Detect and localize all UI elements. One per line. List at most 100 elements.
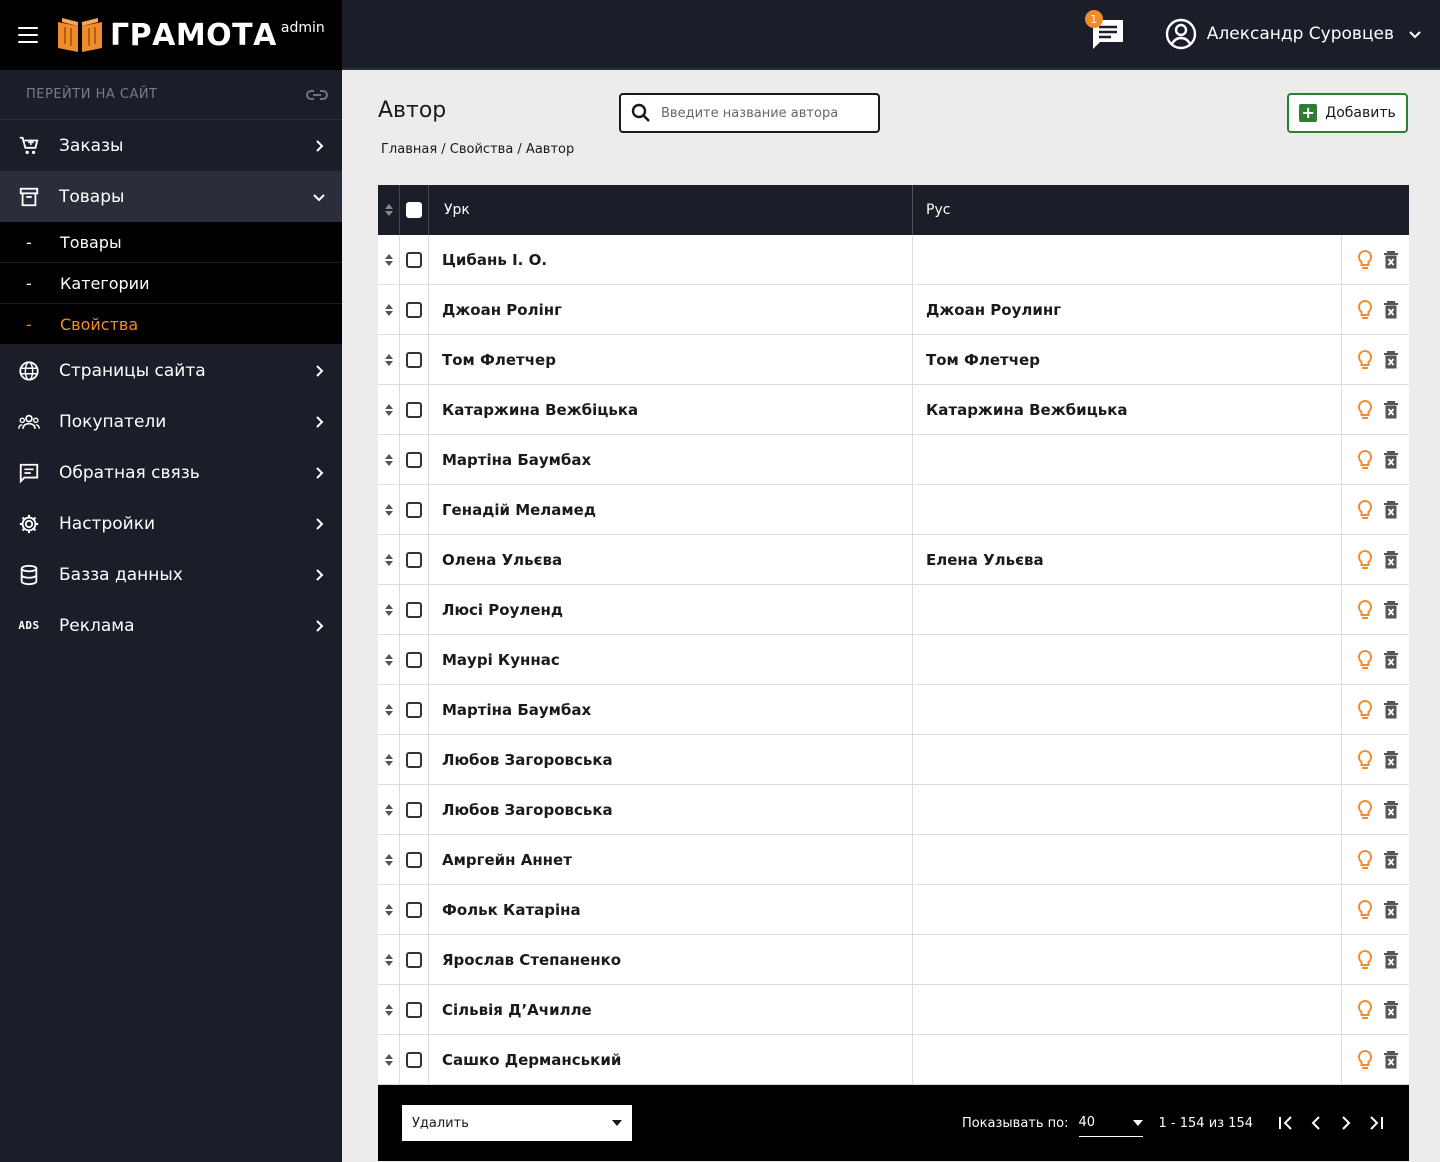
nav-database[interactable]: Базза данных <box>0 549 342 600</box>
drag-handle[interactable] <box>378 435 400 484</box>
drag-handle[interactable] <box>378 535 400 584</box>
row-checkbox[interactable] <box>406 1051 422 1068</box>
delete-icon[interactable] <box>1383 350 1399 370</box>
nav-feedback[interactable]: Обратная связь <box>0 447 342 498</box>
lightbulb-icon[interactable] <box>1357 399 1373 421</box>
logo-bar: ГРАМОТА admin <box>0 0 342 70</box>
drag-handle[interactable] <box>378 785 400 834</box>
lightbulb-icon[interactable] <box>1357 499 1373 521</box>
delete-icon[interactable] <box>1383 500 1399 520</box>
lightbulb-icon[interactable] <box>1357 449 1373 471</box>
delete-icon[interactable] <box>1383 300 1399 320</box>
nav-settings[interactable]: Настройки <box>0 498 342 549</box>
delete-icon[interactable] <box>1383 700 1399 720</box>
lightbulb-icon[interactable] <box>1357 849 1373 871</box>
delete-icon[interactable] <box>1383 800 1399 820</box>
row-checkbox[interactable] <box>406 401 422 418</box>
row-checkbox[interactable] <box>406 851 422 868</box>
search-input[interactable] <box>661 105 861 121</box>
sub-item-properties[interactable]: - Свойства <box>0 304 342 345</box>
drag-handle[interactable] <box>378 835 400 884</box>
delete-icon[interactable] <box>1383 850 1399 870</box>
select-all-checkbox[interactable] <box>406 202 422 218</box>
lightbulb-icon[interactable] <box>1357 649 1373 671</box>
messages-button[interactable]: 1 <box>1084 10 1127 50</box>
chevron-right-icon <box>316 517 324 530</box>
lightbulb-icon[interactable] <box>1357 949 1373 971</box>
lightbulb-icon[interactable] <box>1357 699 1373 721</box>
delete-icon[interactable] <box>1383 950 1399 970</box>
drag-handle[interactable] <box>378 985 400 1034</box>
row-checkbox[interactable] <box>406 351 422 368</box>
delete-icon[interactable] <box>1383 650 1399 670</box>
delete-icon[interactable] <box>1383 600 1399 620</box>
drag-handle[interactable] <box>378 935 400 984</box>
row-checkbox[interactable] <box>406 701 422 718</box>
last-page-icon[interactable] <box>1367 1114 1385 1132</box>
row-checkbox[interactable] <box>406 1001 422 1018</box>
next-page-icon[interactable] <box>1337 1114 1355 1132</box>
goto-site-link[interactable]: ПЕРЕЙТИ НА САЙТ <box>0 70 342 120</box>
lightbulb-icon[interactable] <box>1357 299 1373 321</box>
delete-icon[interactable] <box>1383 400 1399 420</box>
lightbulb-icon[interactable] <box>1357 799 1373 821</box>
delete-icon[interactable] <box>1383 900 1399 920</box>
lightbulb-icon[interactable] <box>1357 549 1373 571</box>
table-row: Олена Ульєва Елена Ульєва <box>378 535 1409 585</box>
sub-item-products[interactable]: - Товары <box>0 222 342 263</box>
per-page-select[interactable]: 40 <box>1078 1109 1143 1137</box>
nav-orders[interactable]: Заказы <box>0 120 342 171</box>
lightbulb-icon[interactable] <box>1357 349 1373 371</box>
add-button[interactable]: + Добавить <box>1287 93 1408 133</box>
row-checkbox[interactable] <box>406 551 422 568</box>
drag-handle[interactable] <box>378 485 400 534</box>
menu-icon[interactable] <box>18 27 38 43</box>
drag-handle[interactable] <box>378 385 400 434</box>
sub-item-categories[interactable]: - Категории <box>0 263 342 304</box>
delete-icon[interactable] <box>1383 550 1399 570</box>
delete-icon[interactable] <box>1383 1050 1399 1070</box>
delete-icon[interactable] <box>1383 750 1399 770</box>
lightbulb-icon[interactable] <box>1357 999 1373 1021</box>
prev-page-icon[interactable] <box>1307 1114 1325 1132</box>
delete-icon[interactable] <box>1383 250 1399 270</box>
nav-customers[interactable]: Покупатели <box>0 396 342 447</box>
row-checkbox[interactable] <box>406 901 422 918</box>
row-checkbox[interactable] <box>406 501 422 518</box>
lightbulb-icon[interactable] <box>1357 249 1373 271</box>
drag-handle[interactable] <box>378 1035 400 1084</box>
drag-handle[interactable] <box>378 635 400 684</box>
lightbulb-icon[interactable] <box>1357 1049 1373 1071</box>
row-checkbox[interactable] <box>406 301 422 318</box>
drag-handle[interactable] <box>378 285 400 334</box>
drag-handle[interactable] <box>378 235 400 284</box>
bulk-action-select[interactable]: Удалить <box>402 1105 632 1141</box>
row-checkbox[interactable] <box>406 601 422 618</box>
delete-icon[interactable] <box>1383 1000 1399 1020</box>
page-title: Автор <box>378 98 447 123</box>
row-checkbox[interactable] <box>406 751 422 768</box>
nav-products[interactable]: Товары <box>0 171 342 222</box>
column-header-rus[interactable]: Рус <box>913 185 1342 235</box>
row-checkbox[interactable] <box>406 801 422 818</box>
row-checkbox[interactable] <box>406 651 422 668</box>
first-page-icon[interactable] <box>1277 1114 1295 1132</box>
sort-icon <box>384 853 393 866</box>
nav-ads[interactable]: ADS Реклама <box>0 600 342 651</box>
lightbulb-icon[interactable] <box>1357 599 1373 621</box>
lightbulb-icon[interactable] <box>1357 899 1373 921</box>
column-header-ukr[interactable]: Урк <box>429 185 913 235</box>
drag-handle[interactable] <box>378 335 400 384</box>
user-menu[interactable]: Александр Суровцев <box>1165 18 1422 50</box>
nav-site-pages[interactable]: Страницы сайта <box>0 345 342 396</box>
drag-handle[interactable] <box>378 585 400 634</box>
drag-handle[interactable] <box>378 685 400 734</box>
drag-handle[interactable] <box>378 885 400 934</box>
lightbulb-icon[interactable] <box>1357 749 1373 771</box>
row-checkbox[interactable] <box>406 251 422 268</box>
row-checkbox[interactable] <box>406 451 422 468</box>
delete-icon[interactable] <box>1383 450 1399 470</box>
drag-handle[interactable] <box>378 735 400 784</box>
row-checkbox[interactable] <box>406 951 422 968</box>
link-icon <box>306 89 328 100</box>
